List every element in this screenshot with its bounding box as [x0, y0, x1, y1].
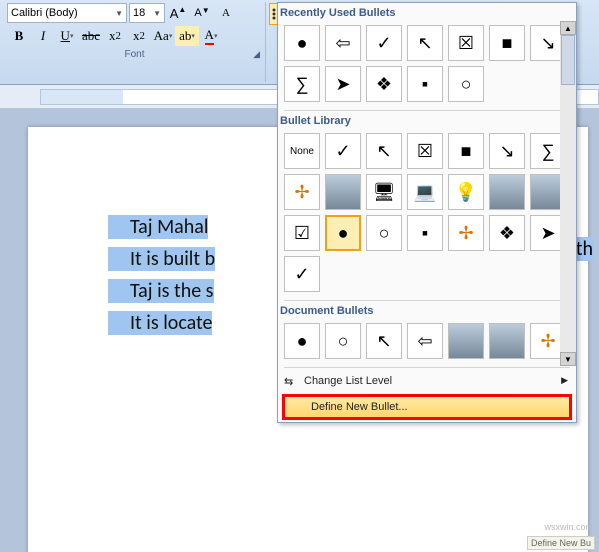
bullet-option-check[interactable]: ✓	[366, 25, 402, 61]
bullet-option-circle[interactable]: ○	[366, 215, 402, 251]
bullet-option-dot[interactable]: ●	[284, 25, 320, 61]
bullet-library-header: Bullet Library	[280, 115, 576, 127]
bold-button[interactable]: B	[7, 26, 31, 46]
chevron-down-icon: ▼	[153, 9, 161, 18]
define-new-bullet-menu[interactable]: Define New Bullet...	[282, 394, 572, 420]
bullet-option-image-monitor[interactable]: 🖥	[366, 174, 402, 210]
bullet-option-plus-color[interactable]: ✢	[284, 174, 320, 210]
grow-font-button[interactable]: A▲	[167, 3, 189, 23]
superscript-button[interactable]: x2	[127, 26, 151, 46]
bullet-option-check[interactable]: ✓	[325, 133, 361, 169]
font-group-label: Font ◢	[7, 49, 262, 60]
bullet-option-square-small[interactable]: ▪	[407, 215, 443, 251]
bullet-option-image-screen[interactable]: 💻	[407, 174, 443, 210]
bullet-option-triangle[interactable]: ➤	[325, 66, 361, 102]
subscript-button[interactable]: x2	[103, 26, 127, 46]
font-dialog-launcher[interactable]: ◢	[253, 49, 260, 60]
recent-bullets-grid: ● ⇦ ✓ ↖ ☒ ■ ↘ ∑ ➤ ❖ ▪ ○	[278, 23, 576, 108]
chevron-down-icon: ▼	[115, 9, 123, 18]
bullet-option-dot[interactable]: ●	[284, 323, 320, 359]
watermark: wsxwin.com	[544, 522, 593, 532]
scroll-down-button[interactable]: ▼	[560, 352, 576, 366]
change-case-button[interactable]: Aa▾	[151, 26, 175, 46]
overflow-text: th	[576, 237, 593, 261]
bullet-option-square-small[interactable]: ▪	[407, 66, 443, 102]
bullet-option-circle[interactable]: ○	[325, 323, 361, 359]
bullet-option-x-box[interactable]: ☒	[448, 25, 484, 61]
bullet-library-grid: None ✓ ↖ ☒ ■ ↘ ∑ ✢ 🖥 💻 💡 ☑ ● ○ ▪ ✢ ❖ ➤ ✓	[278, 131, 576, 298]
bullet-option-image-taj2[interactable]	[489, 323, 525, 359]
dropdown-scrollbar[interactable]: ▲ ▼	[560, 21, 576, 366]
bullet-option-image-bulb[interactable]: 💡	[448, 174, 484, 210]
font-size-combo[interactable]: 18 ▼	[129, 3, 165, 23]
bullet-option-arrow-nw[interactable]: ↖	[366, 133, 402, 169]
bullet-option-image-photo[interactable]	[448, 323, 484, 359]
bullet-option-circle[interactable]: ○	[448, 66, 484, 102]
bullet-option-none[interactable]: None	[284, 133, 320, 169]
scroll-up-button[interactable]: ▲	[560, 21, 576, 35]
change-list-level-menu[interactable]: ⇆ Change List Level ▶	[278, 370, 576, 392]
bullet-option-plus-multi[interactable]: ✢	[448, 215, 484, 251]
document-bullets-grid: ● ○ ↖ ⇦ ✢	[278, 321, 576, 365]
font-name-combo[interactable]: Calibri (Body) ▼	[7, 3, 127, 23]
clear-formatting-button[interactable]: A	[215, 3, 237, 23]
list-level-icon: ⇆	[284, 375, 293, 388]
bullet-option-checkbox[interactable]: ☑	[284, 215, 320, 251]
bullet-option-sigma[interactable]: ∑	[284, 66, 320, 102]
bullet-option-arrow-se[interactable]: ↘	[489, 133, 525, 169]
underline-button[interactable]: U▾	[55, 26, 79, 46]
scroll-thumb[interactable]	[561, 35, 575, 85]
font-name-value: Calibri (Body)	[11, 7, 78, 19]
bullet-option-square[interactable]: ■	[448, 133, 484, 169]
bullet-option-arrow-nw[interactable]: ↖	[407, 25, 443, 61]
highlight-button[interactable]: ab▾	[175, 26, 199, 46]
italic-button[interactable]: I	[31, 26, 55, 46]
font-size-value: 18	[133, 7, 145, 19]
font-group: Calibri (Body) ▼ 18 ▼ A▲ A▼ A B I U▾ abc…	[4, 2, 266, 82]
submenu-arrow-icon: ▶	[561, 375, 568, 386]
bullets-dropdown: Recently Used Bullets ● ⇦ ✓ ↖ ☒ ■ ↘ ∑ ➤ …	[277, 2, 577, 423]
bullet-option-arrow-nw[interactable]: ↖	[366, 323, 402, 359]
bullet-option-arrow-left[interactable]: ⇦	[325, 25, 361, 61]
shrink-font-button[interactable]: A▼	[191, 3, 213, 23]
bullet-option-arrow-left[interactable]: ⇦	[407, 323, 443, 359]
bullet-option-dot-selected[interactable]: ●	[325, 215, 361, 251]
bullet-option-x-box[interactable]: ☒	[407, 133, 443, 169]
recent-bullets-header: Recently Used Bullets	[280, 7, 576, 19]
strikethrough-button[interactable]: abc	[79, 26, 103, 46]
document-bullets-header: Document Bullets	[280, 305, 576, 317]
font-color-button[interactable]: A▾	[199, 26, 223, 46]
bullet-option-diamond4[interactable]: ❖	[489, 215, 525, 251]
bullet-option-diamond4[interactable]: ❖	[366, 66, 402, 102]
bullet-option-image-photo1[interactable]	[489, 174, 525, 210]
bullet-option-check2[interactable]: ✓	[284, 256, 320, 292]
status-tooltip: Define New Bu	[527, 536, 595, 550]
bullet-option-square[interactable]: ■	[489, 25, 525, 61]
bullet-option-image-taj[interactable]	[325, 174, 361, 210]
